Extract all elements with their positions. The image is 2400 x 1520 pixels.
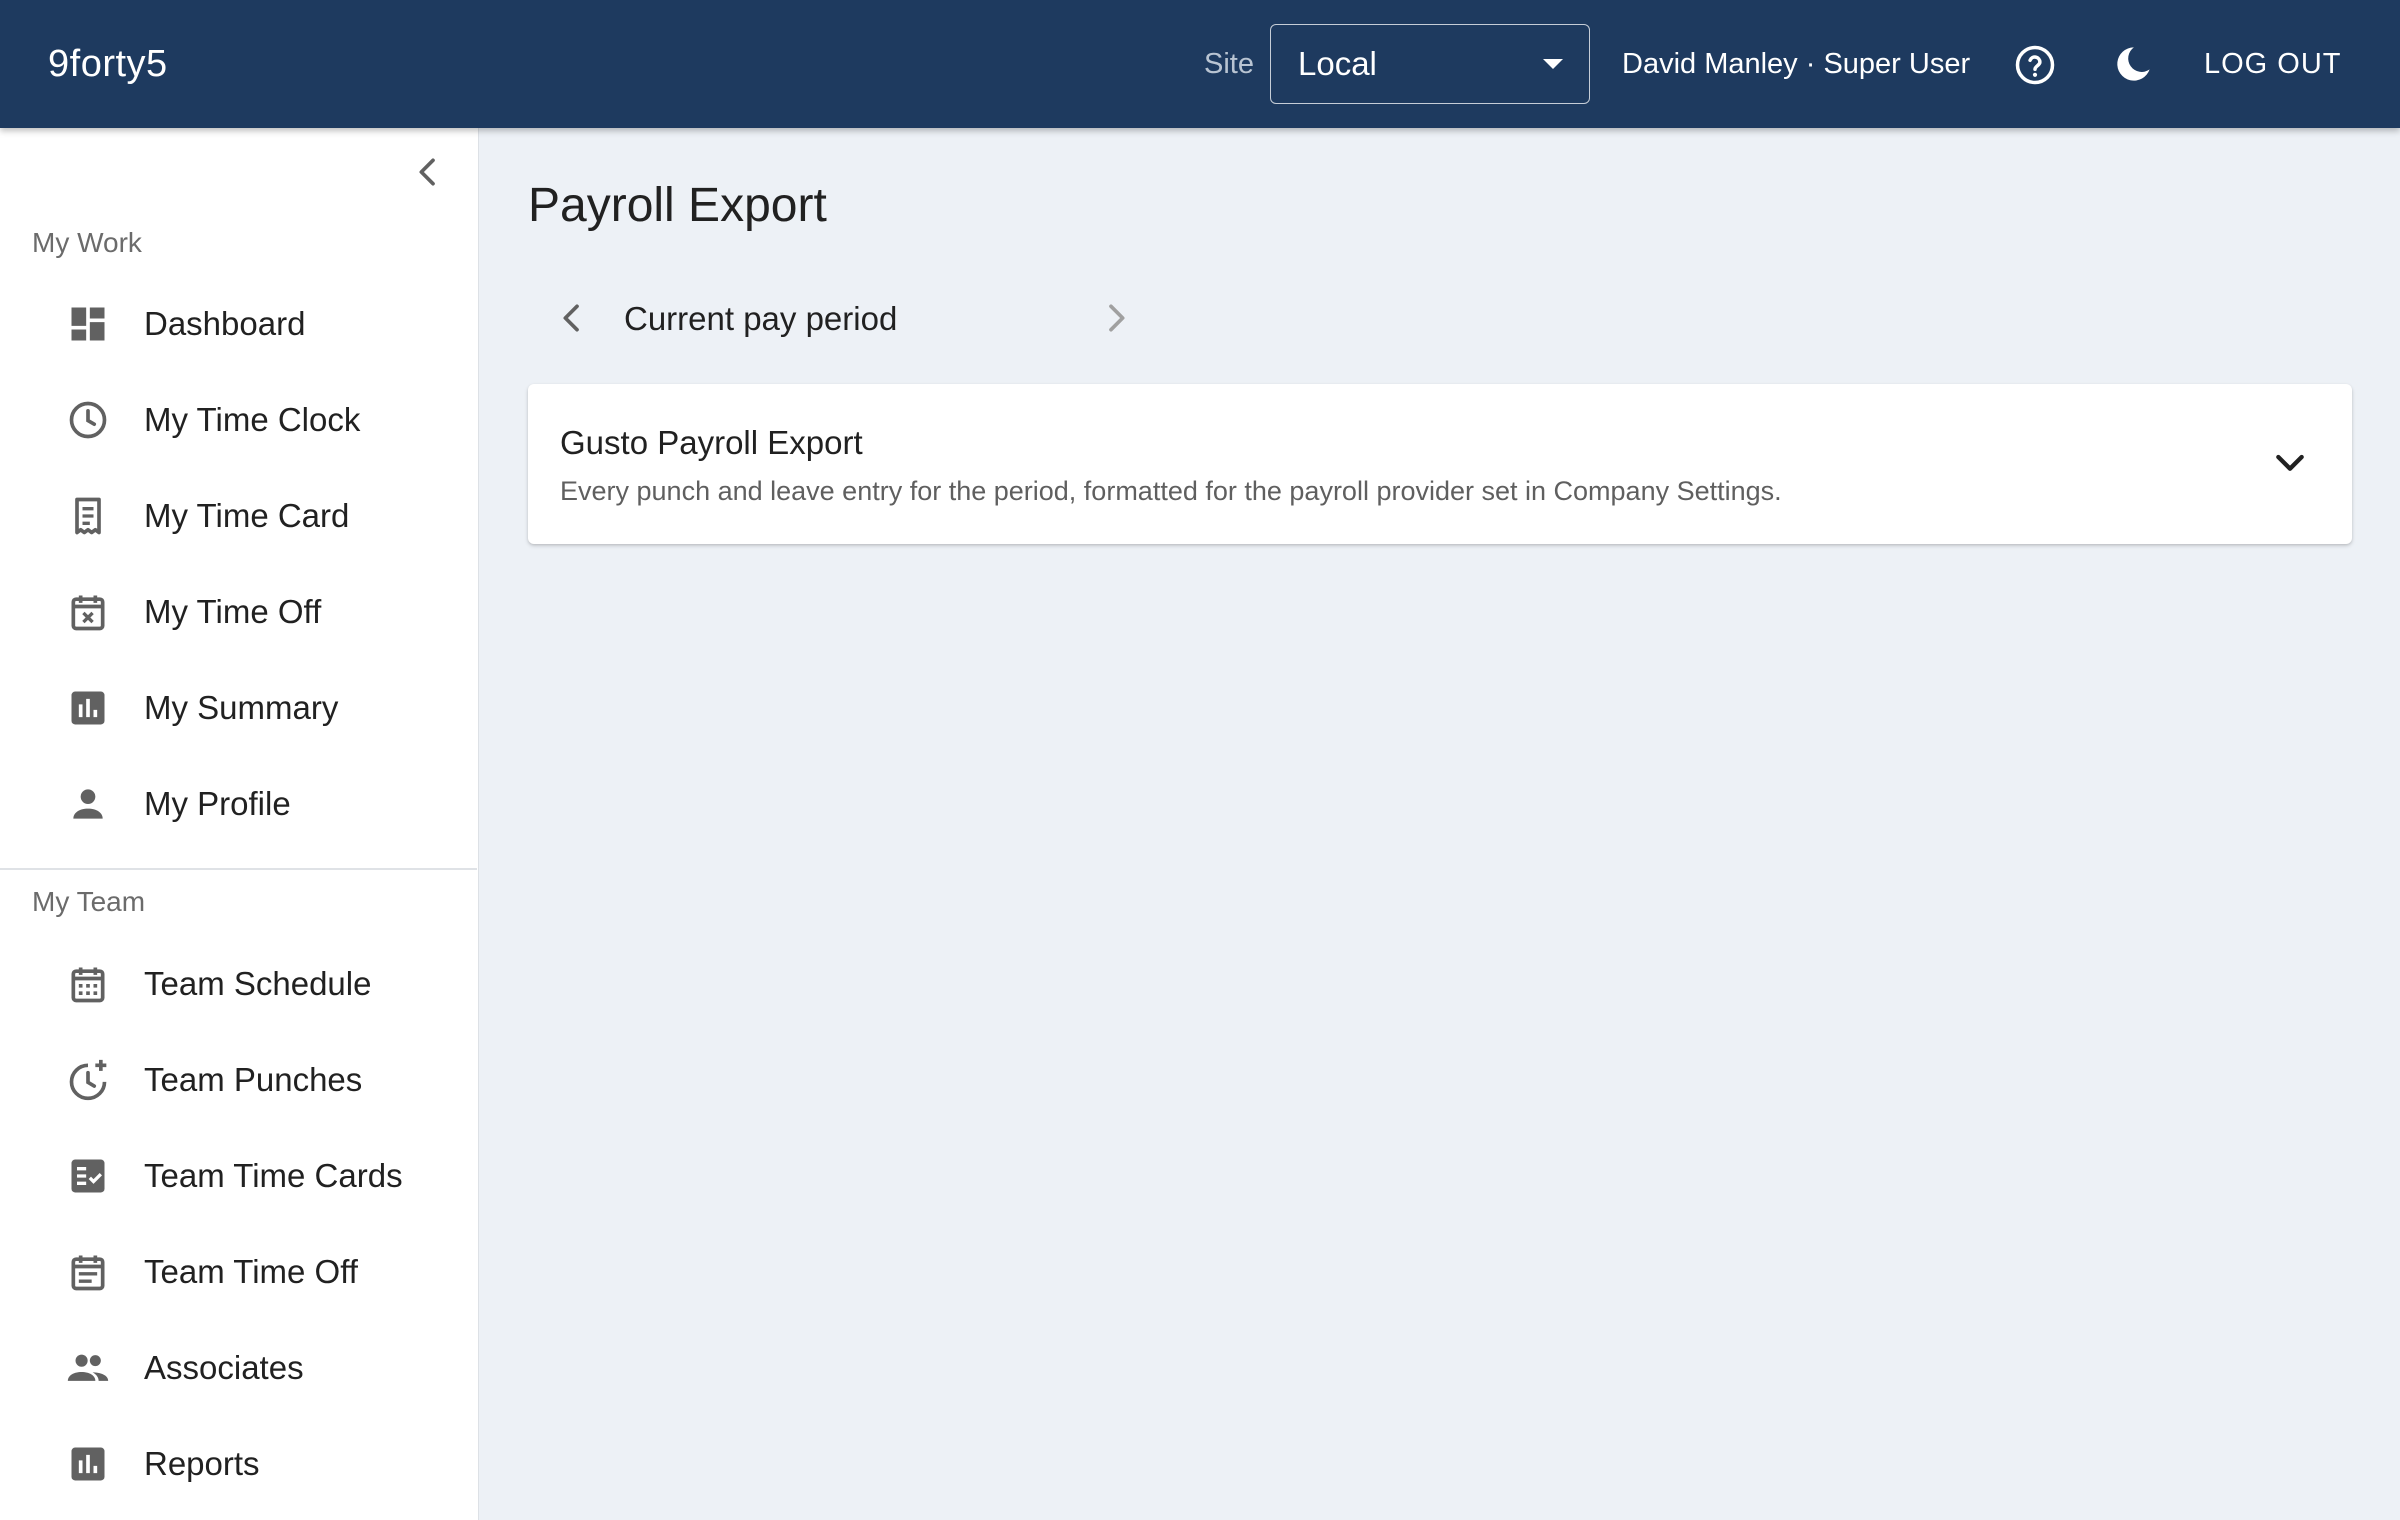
sidebar-item-team-time-cards[interactable]: Team Time Cards [0,1128,477,1224]
sidebar-item-label: My Time Off [144,593,322,630]
clock-plus-icon [69,1059,107,1101]
sidebar-item-label: Dashboard [144,305,306,342]
collapse-sidebar-chevron-left-icon[interactable] [408,152,448,192]
sidebar-item-label: My Summary [144,689,339,726]
calendar-lines-icon [71,1255,105,1291]
bar-chart-icon [71,1447,105,1481]
receipt-icon [75,497,101,535]
brand-logo[interactable]: 9forty5 [48,43,168,86]
help-icon[interactable] [2014,44,2056,86]
checklist-icon [71,1159,105,1193]
site-label: Site [1204,47,1254,80]
gusto-export-card[interactable]: Gusto Payroll Export Every punch and lea… [528,384,2352,544]
sidebar-item-team-punches[interactable]: Team Punches [0,1032,477,1128]
export-card-title: Gusto Payroll Export [560,424,863,461]
sidebar-item-team-schedule[interactable]: Team Schedule [0,936,477,1032]
sidebar-item-label: Reports [144,1445,260,1482]
sidebar-item-my-summary[interactable]: My Summary [0,660,477,756]
calendar-grid-icon [71,967,105,1003]
sidebar-item-label: My Profile [144,785,291,822]
sidebar-item-label: My Time Card [144,497,350,534]
sidebar-item-label: Team Punches [144,1061,363,1098]
section-title-my-work: My Work [32,227,142,258]
export-card-description: Every punch and leave entry for the peri… [560,476,1782,506]
sidebar-divider [0,868,477,870]
section-title-my-team: My Team [32,886,146,917]
clock-icon [69,401,107,439]
site-select-value: Local [1298,45,1377,82]
sidebar: My Work Dashboard My Time Clock My Time … [0,128,479,1520]
sidebar-item-my-time-off[interactable]: My Time Off [0,564,477,660]
person-icon [73,789,103,819]
next-period-chevron-right-icon[interactable] [1096,298,1136,338]
expand-chevron-down-icon[interactable] [2270,442,2310,482]
sidebar-item-reports[interactable]: Reports [0,1416,477,1512]
previous-period-chevron-left-icon[interactable] [552,298,592,338]
calendar-x-icon [71,595,105,631]
sidebar-item-label: My Time Clock [144,401,361,438]
sidebar-item-label: Team Schedule [144,965,372,1002]
sidebar-item-dashboard[interactable]: Dashboard [0,276,477,372]
site-select[interactable]: Local [1270,24,1590,104]
sidebar-item-label: Team Time Off [144,1253,358,1290]
dark-mode-moon-icon[interactable] [2112,43,2154,85]
dropdown-caret-icon [1543,59,1563,69]
people-icon [67,1354,109,1381]
pay-period-navigator: Current pay period [528,278,1148,358]
sidebar-item-label: Associates [144,1349,304,1386]
sidebar-item-my-time-clock[interactable]: My Time Clock [0,372,477,468]
page-title: Payroll Export [528,179,827,232]
sidebar-item-my-time-card[interactable]: My Time Card [0,468,477,564]
sidebar-item-my-profile[interactable]: My Profile [0,756,477,852]
bar-chart-icon [71,691,105,725]
logout-button[interactable]: LOG OUT [2204,48,2342,81]
sidebar-item-team-time-off[interactable]: Team Time Off [0,1224,477,1320]
pay-period-label: Current pay period [624,300,898,337]
app-bar: 9forty5 Site Local David Manley · Super … [0,0,2400,128]
sidebar-item-associates[interactable]: Associates [0,1320,477,1416]
dashboard-icon [71,307,105,341]
user-info: David Manley · Super User [1622,47,1971,80]
sidebar-item-label: Team Time Cards [144,1157,403,1194]
